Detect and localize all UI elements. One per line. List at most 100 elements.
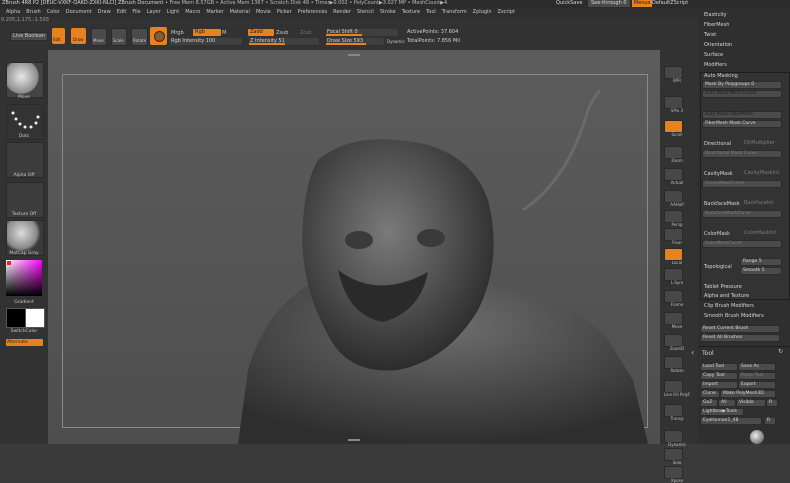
rgb-button[interactable]: Rgb xyxy=(193,29,221,36)
panel-header-orientation[interactable]: Orientation xyxy=(704,42,732,49)
smooth-slider[interactable]: Smooth 5 xyxy=(740,267,782,275)
color-mask-curve[interactable]: ColorMaskCurve xyxy=(702,240,782,248)
dynamic-button[interactable]: Dynamic xyxy=(387,38,405,45)
move-button[interactable]: Move xyxy=(91,28,107,46)
quicksave-button[interactable]: QuickSave xyxy=(556,0,582,7)
backface-mask-button[interactable]: BackfaceMask xyxy=(704,201,740,208)
brush-mode-icon[interactable] xyxy=(150,27,167,45)
focal-shift-slider[interactable]: Focal Shift 0 xyxy=(326,29,398,36)
paste-tool-button[interactable]: Paste Tool xyxy=(738,372,776,380)
menu-item-color[interactable]: Color xyxy=(47,9,60,16)
tool-thumbnail-sphere[interactable] xyxy=(750,430,764,444)
auto-masking-header[interactable]: Auto Masking xyxy=(704,73,738,80)
zadd-button[interactable]: Zadd xyxy=(248,29,274,36)
color-mask-int-slider[interactable]: ColorMaskInt xyxy=(744,230,777,237)
menu-item-stroke[interactable]: Stroke xyxy=(380,9,396,16)
reset-all-brushes-button[interactable]: Reset All Brushes xyxy=(700,334,780,342)
clone-button[interactable]: Clone xyxy=(700,390,720,398)
live-boolean-button[interactable]: Live Boolean xyxy=(10,32,49,41)
smooth-brush-modifiers-header[interactable]: Smooth Brush Modifiers xyxy=(704,313,764,320)
backface-mask-curve[interactable]: BackfaceMaskCurve xyxy=(702,210,782,218)
cavity-mask-button[interactable]: CavityMask xyxy=(704,171,733,178)
backface-int-slider[interactable]: BackfaceInt xyxy=(744,200,773,207)
cavity-mask-curve[interactable]: CavityMaskCurve xyxy=(702,180,782,188)
rotate-button[interactable]: Rotate xyxy=(131,28,148,46)
brush-thumbnail[interactable] xyxy=(6,62,44,98)
menu-item-picker[interactable]: Picker xyxy=(277,9,292,16)
make-polymesh3d-button[interactable]: Make PolyMesh3D xyxy=(720,390,776,398)
refresh-icon[interactable]: ↻ xyxy=(778,348,783,355)
z-intensity-slider[interactable]: Z Intensity 51 xyxy=(249,38,319,45)
menu-item-zplugin[interactable]: Zplugin xyxy=(473,9,492,16)
menu-item-material[interactable]: Material xyxy=(230,9,250,16)
range-slider[interactable]: Range 5 xyxy=(740,258,782,266)
secondary-color-swatch[interactable] xyxy=(25,308,45,328)
menu-item-render[interactable]: Render xyxy=(333,9,351,16)
see-through-slider[interactable]: See-through 0 xyxy=(588,0,630,7)
rgb-intensity-slider[interactable]: Rgb Intensity 100 xyxy=(170,38,242,45)
m-button[interactable]: M xyxy=(222,30,226,37)
goz-all-button[interactable]: All xyxy=(718,399,736,407)
tool-r-button[interactable]: R xyxy=(764,417,776,425)
panel-header-twist[interactable]: Twist xyxy=(704,32,716,39)
save-as-button[interactable]: Save As xyxy=(738,363,776,371)
mrgb-button[interactable]: Mrgb xyxy=(171,30,184,37)
menu-item-edit[interactable]: Edit xyxy=(117,9,127,16)
directional-button[interactable]: Directional xyxy=(704,141,731,148)
goz-button[interactable]: GoZ xyxy=(700,399,718,407)
panel-header-modifiers[interactable]: Modifiers xyxy=(704,62,727,69)
tool-palette-header[interactable]: Tool xyxy=(702,350,714,357)
export-button[interactable]: Export xyxy=(738,381,776,389)
current-tool-slider[interactable]: EyeHuman1_48 xyxy=(700,417,762,425)
menu-item-alpha[interactable]: Alpha xyxy=(6,9,20,16)
viewport-scroll-handle-bottom[interactable] xyxy=(348,439,360,441)
alternate-button[interactable]: Alternate xyxy=(6,339,43,346)
default-zscript-button[interactable]: DefaultZScript xyxy=(652,0,688,7)
reset-current-brush-button[interactable]: Reset Current Brush xyxy=(700,325,780,333)
draw-button[interactable]: Draw xyxy=(71,28,86,44)
menu-item-preferences[interactable]: Preferences xyxy=(298,9,327,16)
fibermesh-mask-curve[interactable]: FiberMesh Mask Curve xyxy=(702,120,782,128)
draw-size-slider[interactable]: Draw Size 593 xyxy=(326,38,384,45)
viewport-scroll-handle-top[interactable] xyxy=(348,54,360,56)
menu-item-draw[interactable]: Draw xyxy=(98,9,111,16)
menu-item-movie[interactable]: Movie xyxy=(256,9,271,16)
import-button[interactable]: Import xyxy=(700,381,738,389)
collapse-arrow-icon[interactable]: ‹ xyxy=(691,348,694,357)
menu-item-marker[interactable]: Marker xyxy=(206,9,223,16)
directional-mask-curve[interactable]: Directional Mask Curve xyxy=(702,150,782,158)
auto-mask-fibermesh-button[interactable]: Auto Mask FiberMesh xyxy=(702,111,782,119)
panel-header-fibermesh[interactable]: FiberMesh xyxy=(704,22,729,29)
menu-item-zscript[interactable]: Zscript xyxy=(498,9,515,16)
menu-item-stencil[interactable]: Stencil xyxy=(357,9,374,16)
load-tool-button[interactable]: Load Tool xyxy=(700,363,738,371)
panel-header-surface[interactable]: Surface xyxy=(704,52,723,59)
mask-by-polygroups-slider[interactable]: Mask By Polygroups 0 xyxy=(702,81,782,89)
zsub-button[interactable]: Zsub xyxy=(276,30,288,37)
copy-tool-button[interactable]: Copy Tool xyxy=(700,372,738,380)
tablet-pressure-header[interactable]: Tablet Pressure xyxy=(704,284,742,291)
menu-item-macro[interactable]: Macro xyxy=(185,9,200,16)
goz-r-button[interactable]: R xyxy=(766,399,778,407)
menu-item-transform[interactable]: Transform xyxy=(442,9,467,16)
auto-mask-mesh-insert-button[interactable]: Auto Mask Mesh Insert xyxy=(702,90,782,98)
clip-brush-modifiers-header[interactable]: Clip Brush Modifiers xyxy=(704,303,754,310)
edit-button[interactable]: Edit xyxy=(52,28,65,44)
scale-button[interactable]: Scale xyxy=(111,28,127,46)
switchcolor-button[interactable]: SwitchColor xyxy=(0,329,48,334)
menu-item-file[interactable]: File xyxy=(132,9,140,16)
menu-item-tool[interactable]: Tool xyxy=(426,9,436,16)
main-color-swatch[interactable] xyxy=(6,308,26,328)
menu-item-light[interactable]: Light xyxy=(167,9,179,16)
color-mask-button[interactable]: ColorMask xyxy=(704,231,730,238)
dir-multiplier-slider[interactable]: DirMultiplier xyxy=(744,140,775,147)
alpha-and-texture-header[interactable]: Alpha and Texture xyxy=(704,293,749,300)
cavity-mask-int-slider[interactable]: CavityMaskInt xyxy=(744,170,779,177)
menu-item-document[interactable]: Document xyxy=(66,9,92,16)
menu-item-layer[interactable]: Layer xyxy=(147,9,161,16)
goz-visible-button[interactable]: Visible xyxy=(736,399,766,407)
panel-header-elasticity[interactable]: Elasticity xyxy=(704,12,727,19)
menu-item-texture[interactable]: Texture xyxy=(402,9,420,16)
topological-button[interactable]: Topological xyxy=(704,264,732,271)
color-picker[interactable] xyxy=(6,260,42,296)
